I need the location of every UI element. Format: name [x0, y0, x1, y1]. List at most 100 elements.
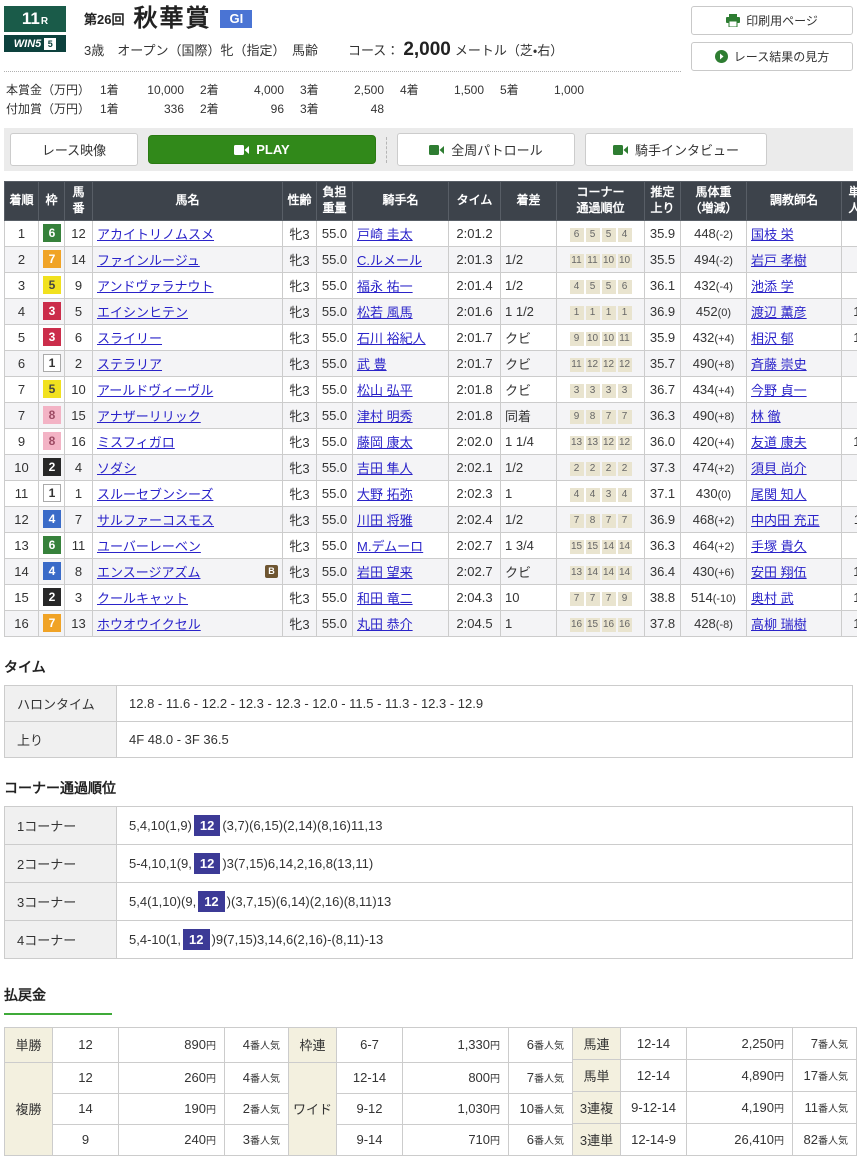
corner-position: 10 — [602, 332, 616, 346]
jockey-link[interactable]: 吉田 隼人 — [357, 461, 413, 476]
patrol-video-button[interactable]: 全周パトロール — [397, 133, 575, 166]
result-row: 7815アナザーリリック牝355.0津村 明秀2:01.8同着987736.34… — [5, 402, 857, 428]
jockey-link[interactable]: 川田 将雅 — [357, 513, 413, 528]
horse-link[interactable]: アカイトリノムスメ — [97, 224, 214, 243]
cell-trainer: 渡辺 薫彦 — [747, 298, 842, 324]
horse-link[interactable]: ソダシ — [97, 458, 136, 477]
horse-link[interactable]: スルーセブンシーズ — [97, 484, 213, 503]
corner-position: 6 — [618, 280, 632, 294]
trainer-link[interactable]: 池添 学 — [751, 279, 794, 294]
jockey-link[interactable]: 武 豊 — [357, 357, 387, 372]
trainer-link[interactable]: 安田 翔伍 — [751, 565, 807, 580]
jockey-link[interactable]: 丸田 恭介 — [357, 617, 413, 632]
horse-link[interactable]: ファインルージュ — [97, 250, 200, 269]
video-camera-icon — [613, 145, 628, 155]
horse-link[interactable]: サルファーコスモス — [97, 510, 214, 529]
body-weight-diff: (-2) — [716, 255, 733, 267]
corner-position: 2 — [570, 462, 584, 476]
prize-place-label: 5着 — [500, 81, 532, 100]
jockey-link[interactable]: 和田 竜二 — [357, 591, 413, 606]
jockey-link[interactable]: 大野 拓弥 — [357, 487, 413, 502]
payout-type-label: 複勝 — [5, 1062, 53, 1155]
time-row-label: ハロンタイム — [5, 685, 117, 721]
prize-place-label: 1着 — [100, 81, 132, 100]
play-button[interactable]: PLAY — [148, 135, 376, 164]
trainer-link[interactable]: 高柳 瑞樹 — [751, 617, 807, 632]
trainer-link[interactable]: 尾関 知人 — [751, 487, 807, 502]
jockey-link[interactable]: 岩田 望来 — [357, 565, 413, 580]
jockey-link[interactable]: 津村 明秀 — [357, 409, 413, 424]
corner-table-body: 1コーナー5,4,10(1,9)12(3,7)(6,15)(2,14)(8,16… — [5, 806, 853, 958]
cell-win-favorite: 14 — [842, 610, 857, 636]
payout-type-label: ワイド — [289, 1062, 337, 1155]
unit-label: 番人気 — [534, 1074, 564, 1085]
horse-link[interactable]: ステラリア — [97, 354, 162, 373]
horse-link[interactable]: ホウオウイクセル — [97, 614, 201, 633]
cell-body-weight: 434(+4) — [681, 376, 747, 402]
trainer-link[interactable]: 友道 康夫 — [751, 435, 807, 450]
horse-link[interactable]: アンドヴァラナウト — [97, 276, 213, 295]
howto-results-button[interactable]: レース結果の見方 — [691, 42, 853, 71]
corner-position: 2 — [618, 462, 632, 476]
cell-frame: 2 — [39, 584, 65, 610]
corner-position: 12 — [618, 436, 632, 450]
trainer-link[interactable]: 今野 貞一 — [751, 383, 807, 398]
unit-label: 円 — [490, 1041, 500, 1052]
corner-position: 3 — [602, 488, 616, 502]
trainer-link[interactable]: 渡辺 薫彦 — [751, 305, 807, 320]
payout-table-3: 馬連12-142,250円7番人気馬単12-144,890円17番人気3連複9-… — [572, 1027, 857, 1156]
body-weight-diff: (-4) — [716, 281, 733, 293]
jockey-link[interactable]: 戸崎 圭太 — [357, 227, 413, 242]
cell-jockey: 福永 祐一 — [353, 272, 449, 298]
jockey-link[interactable]: 松若 風馬 — [357, 305, 413, 320]
jockey-link[interactable]: 藤岡 康太 — [357, 435, 413, 450]
cell-body-weight: 490(+8) — [681, 350, 747, 376]
horse-link[interactable]: アールドヴィーヴル — [97, 380, 213, 399]
horse-link[interactable]: ミスフィガロ — [97, 432, 175, 451]
jockey-link[interactable]: 石川 裕紀人 — [357, 331, 426, 346]
horse-link[interactable]: クールキャット — [97, 588, 188, 607]
corner-position: 13 — [586, 436, 600, 450]
jockey-interview-button[interactable]: 騎手インタビュー — [585, 133, 767, 166]
race-video-button[interactable]: レース映像 — [10, 133, 138, 166]
trainer-link[interactable]: 相沢 郁 — [751, 331, 794, 346]
trainer-link[interactable]: 斉藤 崇史 — [751, 357, 807, 372]
trainer-link[interactable]: 須貝 尚介 — [751, 461, 807, 476]
horse-link[interactable]: エンスージアズム — [97, 562, 200, 581]
horse-link[interactable]: スライリー — [97, 328, 162, 347]
cell-trainer: 高柳 瑞樹 — [747, 610, 842, 636]
trainer-link[interactable]: 岩戸 孝樹 — [751, 253, 807, 268]
trainer-link[interactable]: 中内田 充正 — [751, 513, 820, 528]
print-page-button[interactable]: 印刷用ページ — [691, 6, 853, 35]
jockey-link[interactable]: 松山 弘平 — [357, 383, 413, 398]
cell-horse-name: クールキャット — [93, 584, 283, 610]
race-result-page: 11R WIN5 5 第26回 秋華賞 GI 3歳 オープン（国際）牝（指定） … — [0, 0, 857, 1164]
jockey-link[interactable]: M.デムーロ — [357, 539, 423, 554]
corner-position: 13 — [570, 566, 584, 580]
cell-horse-name: アナザーリリック — [93, 402, 283, 428]
corner-position: 7 — [570, 514, 584, 528]
horse-link[interactable]: アナザーリリック — [97, 406, 201, 425]
corner-position: 9 — [570, 332, 584, 346]
trainer-link[interactable]: 国枝 栄 — [751, 227, 794, 242]
horse-link[interactable]: ユーバーレーベン — [97, 536, 201, 555]
body-weight-diff: (+2) — [714, 515, 734, 527]
trainer-link[interactable]: 林 徹 — [751, 409, 781, 424]
prize-block: 本賞金（万円）1着10,0002着4,0003着2,5004着1,5005着1,… — [4, 72, 853, 128]
cell-win-favorite: 16 — [842, 558, 857, 584]
trainer-link[interactable]: 手塚 貴久 — [751, 539, 807, 554]
cell-horse-name: スライリー — [93, 324, 283, 350]
corner-positions: 15151414 — [570, 540, 632, 554]
cell-trainer: 奥村 武 — [747, 584, 842, 610]
unit-label: 円 — [490, 1074, 500, 1085]
trainer-link[interactable]: 奥村 武 — [751, 591, 794, 606]
jockey-link[interactable]: 福永 祐一 — [357, 279, 413, 294]
column-header-0: 着順 — [5, 182, 39, 220]
horse-name-wrap: ステラリア — [97, 354, 278, 373]
corner-positions: 13131212 — [570, 436, 632, 450]
cell-win-favorite: 13 — [842, 584, 857, 610]
cell-sex-age: 牝3 — [283, 506, 317, 532]
jockey-link[interactable]: C.ルメール — [357, 253, 422, 268]
horse-link[interactable]: エイシンヒテン — [97, 302, 188, 321]
cell-horse-name: スルーセブンシーズ — [93, 480, 283, 506]
